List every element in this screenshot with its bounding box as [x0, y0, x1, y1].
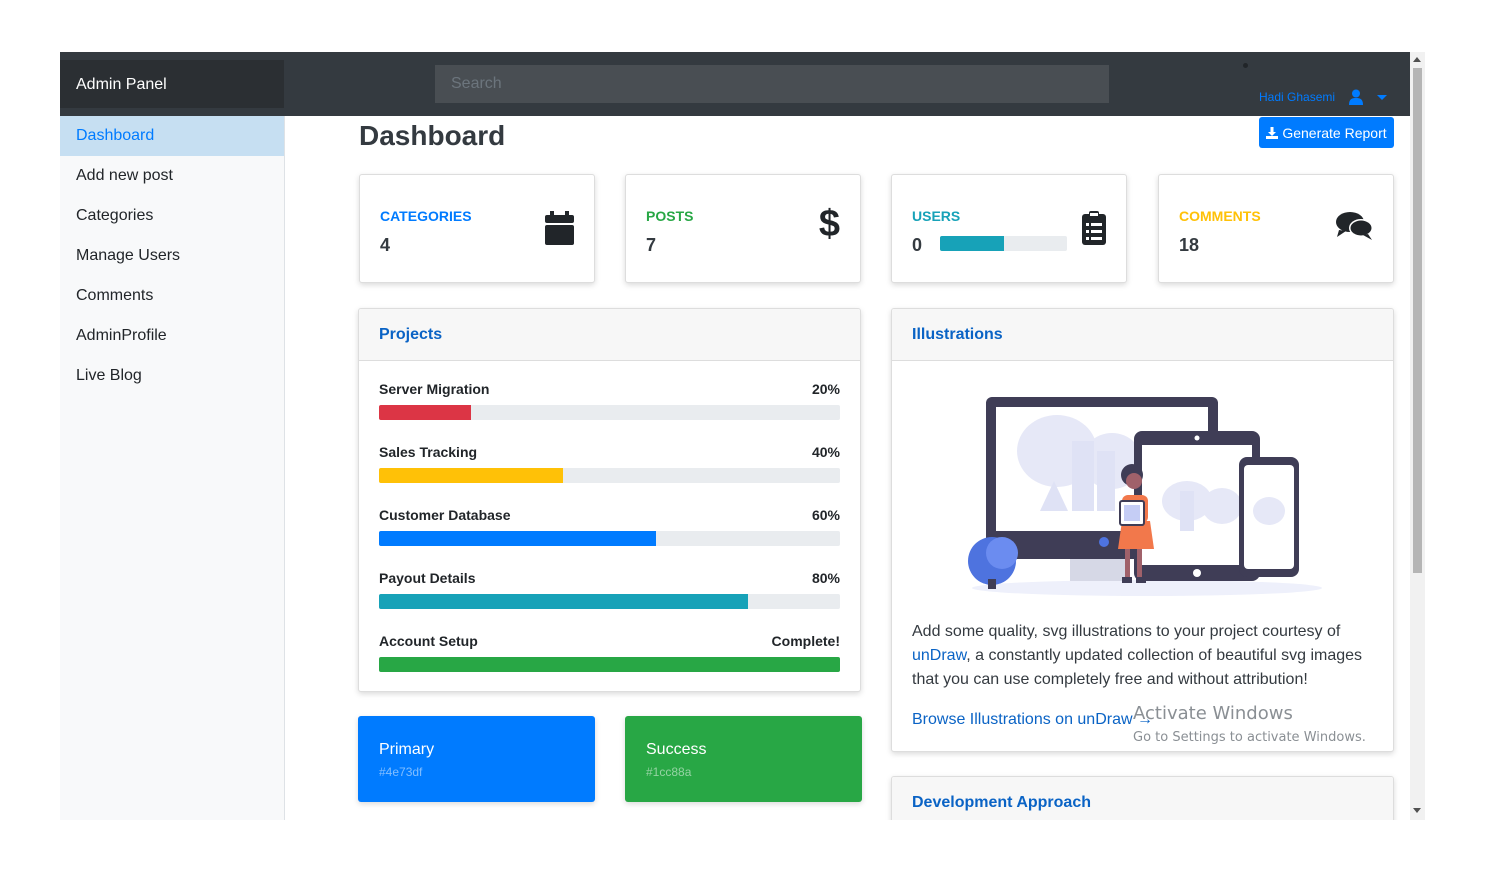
stat-card-comments: COMMENTS 18: [1158, 174, 1394, 283]
notification-dot: [1243, 63, 1248, 68]
sidebar-item-categories[interactable]: Categories: [60, 196, 284, 236]
project-progress-fill: [379, 405, 472, 420]
project-item: Customer Database 60%: [379, 507, 840, 546]
stat-card-categories: CATEGORIES 4: [359, 174, 595, 283]
project-progress-fill: [379, 657, 840, 672]
scroll-thumb[interactable]: [1413, 68, 1422, 573]
project-item: Sales Tracking 40%: [379, 444, 840, 483]
search-input[interactable]: [435, 65, 1109, 103]
project-progress-bar: [379, 657, 840, 672]
download-icon: [1266, 126, 1279, 139]
project-item: Server Migration 20%: [379, 381, 840, 420]
stat-value: 18: [1179, 235, 1200, 255]
project-name: Payout Details: [379, 570, 476, 586]
project-progress-bar: [379, 405, 840, 420]
color-card-name: Primary: [379, 741, 435, 758]
watermark-title: Activate Windows: [1133, 703, 1293, 724]
sidebar: Dashboard Add new post Categories Manage…: [60, 116, 285, 820]
sidebar-item-comments[interactable]: Comments: [60, 276, 284, 316]
project-progress-fill: [379, 594, 748, 609]
development-approach-card: Development Approach: [891, 776, 1394, 820]
projects-card: Projects Server Migration 20% Sales Trac…: [358, 308, 861, 692]
sidebar-item-dashboard[interactable]: Dashboard: [60, 116, 284, 156]
sidebar-item-manage-users[interactable]: Manage Users: [60, 236, 284, 276]
color-card-success: Success #1cc88a: [625, 716, 862, 802]
windows-activation-watermark: Activate Windows Go to Settings to activ…: [1133, 703, 1366, 745]
top-navbar: Admin Panel Hadi Ghasemi: [60, 52, 1425, 116]
project-progress-bar: [379, 594, 840, 609]
calendar-icon: [545, 211, 574, 245]
project-name: Sales Tracking: [379, 444, 478, 460]
stat-value: 0: [912, 235, 923, 255]
project-item: Payout Details 80%: [379, 570, 840, 609]
description-text: Add some quality, svg illustrations to y…: [912, 623, 1341, 640]
stat-value: 4: [380, 235, 391, 255]
illustrations-card-title: Illustrations: [892, 309, 1393, 361]
scroll-down-arrow-icon[interactable]: [1413, 808, 1421, 813]
brand-title[interactable]: Admin Panel: [60, 60, 284, 108]
development-approach-title: Development Approach: [892, 777, 1393, 820]
undraw-link[interactable]: unDraw: [912, 647, 966, 664]
project-name: Customer Database: [379, 507, 511, 523]
stat-label: COMMENTS: [1179, 208, 1261, 224]
project-progress-bar: [379, 531, 840, 546]
project-value: 80%: [811, 570, 840, 586]
vertical-scrollbar[interactable]: [1410, 52, 1425, 820]
project-name: Server Migration: [379, 381, 490, 397]
chevron-down-icon[interactable]: [1377, 94, 1388, 100]
stat-label: POSTS: [646, 208, 694, 224]
comments-icon: [1336, 212, 1373, 240]
projects-card-title: Projects: [359, 309, 860, 361]
project-value: 40%: [811, 444, 840, 460]
stat-value: 7: [646, 235, 657, 255]
page-title: Dashboard: [359, 120, 506, 151]
illustrations-card: Illustrations Add some quality, svg illu…: [891, 308, 1394, 752]
project-value: 20%: [811, 381, 840, 397]
project-value: Complete!: [771, 633, 840, 649]
generate-report-button[interactable]: Generate Report: [1259, 117, 1394, 148]
stat-label: USERS: [912, 208, 961, 224]
color-card-hex: #4e73df: [379, 765, 423, 779]
clipboard-list-icon: [1082, 211, 1106, 245]
stat-card-posts: POSTS 7 $: [625, 174, 861, 283]
sidebar-item-add-new-post[interactable]: Add new post: [60, 156, 284, 196]
users-progress-bar: [940, 236, 1067, 251]
stat-card-users: USERS 0: [891, 174, 1127, 283]
devices-illustration: [968, 397, 1322, 596]
project-item: Account Setup Complete!: [379, 633, 840, 672]
user-name[interactable]: Hadi Ghasemi: [1259, 90, 1335, 104]
color-card-hex: #1cc88a: [646, 765, 692, 779]
sidebar-item-live-blog[interactable]: Live Blog: [60, 356, 284, 396]
illustrations-description: Add some quality, svg illustrations to y…: [912, 620, 1382, 692]
dollar-icon: $: [818, 203, 840, 245]
scroll-up-arrow-icon[interactable]: [1413, 57, 1421, 62]
user-menu[interactable]: Hadi Ghasemi: [1259, 88, 1388, 106]
description-text: , a constantly updated collection of bea…: [912, 647, 1363, 688]
generate-report-label: Generate Report: [1282, 124, 1387, 141]
browse-illustrations-link[interactable]: Browse Illustrations on unDraw →: [912, 711, 1153, 729]
stat-label: CATEGORIES: [380, 208, 472, 224]
project-progress-bar: [379, 468, 840, 483]
watermark-subtitle: Go to Settings to activate Windows.: [1133, 730, 1366, 745]
users-progress-fill: [940, 236, 1004, 251]
project-value: 60%: [811, 507, 840, 523]
user-icon[interactable]: [1349, 89, 1364, 105]
sidebar-item-admin-profile[interactable]: AdminProfile: [60, 316, 284, 356]
project-progress-fill: [379, 468, 564, 483]
color-card-name: Success: [646, 741, 707, 758]
color-card-primary: Primary #4e73df: [358, 716, 595, 802]
project-progress-fill: [379, 531, 656, 546]
